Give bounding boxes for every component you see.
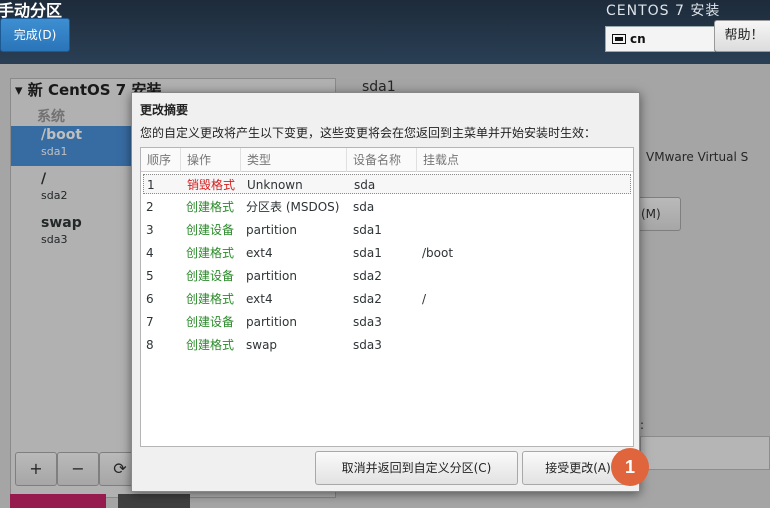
cell-type: partition <box>246 315 297 329</box>
cell-order: 5 <box>146 269 154 283</box>
keyboard-icon <box>612 34 626 44</box>
column-header-type[interactable]: 类型 <box>241 148 347 172</box>
cell-order: 1 <box>147 178 155 192</box>
cell-type: partition <box>246 223 297 237</box>
cell-mount: / <box>422 292 427 306</box>
cell-device: sda2 <box>353 292 382 306</box>
column-header-device[interactable]: 设备名称 <box>347 148 417 172</box>
annotation-marker: 1 <box>611 448 649 486</box>
cell-action: 创建格式 <box>186 200 235 214</box>
cell-mount: /boot <box>422 246 454 260</box>
cell-type: Unknown <box>247 178 303 192</box>
cancel-return-button[interactable]: 取消并返回到自定义分区(C) <box>315 451 518 485</box>
cell-order: 8 <box>146 338 154 352</box>
cell-action: 创建设备 <box>186 223 235 237</box>
table-row[interactable]: 8 创建格式 swap sda3 <box>143 335 631 355</box>
changes-table: 顺序 操作 类型 设备名称 挂载点 1 销毁格式 Unknown sda 2 创建格式 分区… <box>140 147 634 447</box>
table-header: 顺序 操作 类型 设备名称 挂载点 <box>141 148 633 172</box>
help-button[interactable]: 帮助！ <box>714 20 770 52</box>
table-row[interactable]: 6 创建格式 ext4 sda2 / <box>143 289 631 309</box>
change-summary-dialog: 更改摘要 您的自定义更改将产生以下变更，这些变更将会在您返回到主菜单并开始安装时… <box>131 92 640 492</box>
cell-device: sda1 <box>353 223 382 237</box>
column-header-order[interactable]: 顺序 <box>141 148 181 172</box>
cell-device: sda2 <box>353 269 382 283</box>
cell-action: 创建设备 <box>186 315 235 329</box>
cell-device: sda <box>353 200 375 214</box>
table-row[interactable]: 7 创建设备 partition sda3 <box>143 312 631 332</box>
table-row[interactable]: 2 创建格式 分区表 (MSDOS) sda <box>143 197 631 217</box>
cell-type: partition <box>246 269 297 283</box>
column-header-action[interactable]: 操作 <box>181 148 241 172</box>
cell-action: 创建设备 <box>186 269 235 283</box>
cell-device: sda3 <box>353 315 382 329</box>
keyboard-layout-label: cn <box>630 32 646 46</box>
cell-type: ext4 <box>246 292 273 306</box>
cell-action: 创建格式 <box>186 338 235 352</box>
done-button[interactable]: 完成(D) <box>0 18 70 52</box>
cell-action: 销毁格式 <box>187 178 236 192</box>
cell-order: 6 <box>146 292 154 306</box>
cell-order: 2 <box>146 200 154 214</box>
cell-order: 4 <box>146 246 154 260</box>
cell-device: sda3 <box>353 338 382 352</box>
cell-device: sda <box>354 178 376 192</box>
cell-type: swap <box>246 338 278 352</box>
keyboard-layout-indicator[interactable]: cn <box>605 26 715 52</box>
table-row[interactable]: 4 创建格式 ext4 sda1/boot <box>143 243 631 263</box>
table-row[interactable]: 3 创建设备 partition sda1 <box>143 220 631 240</box>
cell-action: 创建格式 <box>186 292 235 306</box>
column-header-mount[interactable]: 挂载点 <box>417 148 633 172</box>
top-header: 手动分区 完成(D) CENTOS 7 安装 cn 帮助！ <box>0 0 770 64</box>
dialog-description: 您的自定义更改将产生以下变更，这些变更将会在您返回到主菜单并开始安装时生效： <box>140 126 597 140</box>
cell-order: 3 <box>146 223 154 237</box>
cell-action: 创建格式 <box>186 246 235 260</box>
cell-type: 分区表 (MSDOS) <box>246 200 340 214</box>
table-row[interactable]: 1 销毁格式 Unknown sda <box>143 174 631 194</box>
product-title: CENTOS 7 安装 <box>606 3 721 19</box>
dialog-title: 更改摘要 <box>140 103 189 117</box>
table-row[interactable]: 5 创建设备 partition sda2 <box>143 266 631 286</box>
cell-type: ext4 <box>246 246 273 260</box>
cell-order: 7 <box>146 315 154 329</box>
cell-device: sda1 <box>353 246 382 260</box>
